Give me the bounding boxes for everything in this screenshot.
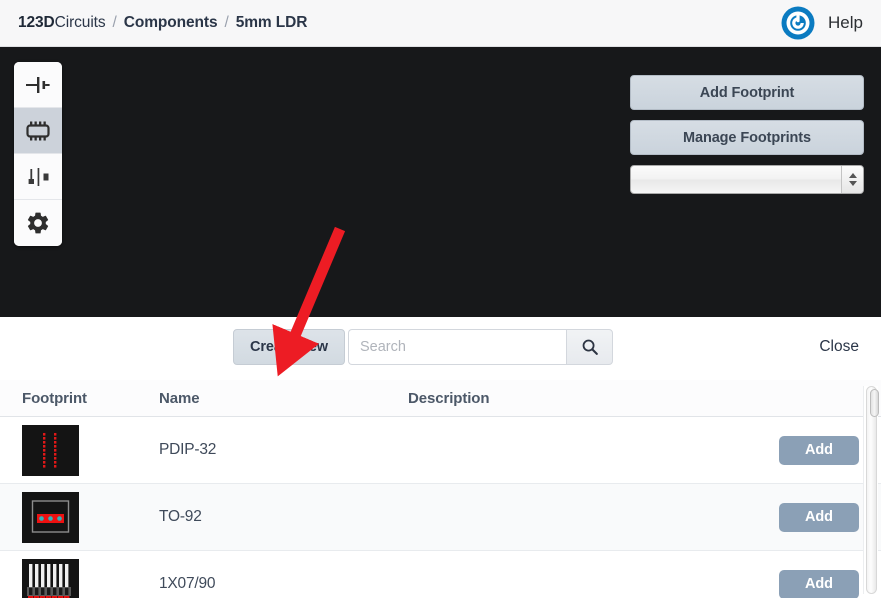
pdip-32-pads-icon — [22, 424, 79, 476]
1x07-90-footprint-thumbnail — [22, 558, 79, 598]
tool-schematic-symbol[interactable] — [14, 62, 62, 108]
table-row[interactable]: TO-92 Add — [0, 484, 881, 551]
add-footprint-row-button[interactable]: Add — [779, 569, 859, 598]
search-button[interactable] — [566, 329, 613, 365]
create-new-button[interactable]: Create New — [233, 329, 345, 365]
search-group — [348, 329, 613, 365]
cell-footprint — [22, 491, 159, 543]
tool-palette — [14, 62, 62, 246]
footprint-toolbar: Create New Close — [0, 317, 881, 379]
to-92-pads-icon — [22, 491, 79, 543]
footprints-table: Footprint Name Description PDIP-32 Add T… — [0, 380, 881, 598]
footprint-actions-group: Add Footprint Manage Footprints — [630, 75, 864, 194]
scrollbar-track[interactable] — [866, 386, 879, 594]
add-footprint-row-button[interactable]: Add — [779, 435, 859, 465]
table-body: PDIP-32 Add TO-92 Add 1X07/90 Add — [0, 417, 881, 598]
pin-placement-icon — [28, 167, 49, 186]
tool-pin-placement[interactable] — [14, 154, 62, 200]
cell-footprint — [22, 558, 159, 598]
breadcrumb-separator-2: / — [224, 14, 229, 31]
cell-name: PDIP-32 — [159, 441, 217, 458]
footprint-select-arrows[interactable] — [841, 166, 863, 193]
breadcrumb-item-components[interactable]: Components — [124, 14, 218, 32]
cell-footprint — [22, 424, 159, 476]
breadcrumb-brand-bold: 123D — [18, 14, 55, 31]
column-header-footprint: Footprint — [22, 389, 87, 407]
chevron-down-icon — [848, 181, 857, 186]
tool-ic-package[interactable] — [14, 108, 62, 154]
column-header-name: Name — [159, 389, 200, 407]
footprint-select-dropdown[interactable] — [630, 165, 864, 194]
chevron-up-icon — [848, 173, 857, 178]
ic-chip-icon — [26, 121, 50, 140]
breadcrumb-item-brand[interactable]: 123DCircuits — [18, 14, 106, 32]
schematic-symbol-icon — [26, 76, 50, 93]
close-button[interactable]: Close — [819, 338, 859, 356]
breadcrumb: 123DCircuits / Components / 5mm LDR — [18, 14, 307, 32]
to-92-footprint-thumbnail — [22, 491, 79, 543]
editor-canvas[interactable]: Add Footprint Manage Footprints — [0, 47, 881, 317]
app-root: 123DCircuits / Components / 5mm LDR Help — [0, 0, 881, 598]
footprint-select-value — [631, 166, 841, 193]
table-header-row: Footprint Name Description — [0, 380, 881, 417]
table-row[interactable]: 1X07/90 Add — [0, 551, 881, 598]
breadcrumb-brand-light: Circuits — [54, 14, 106, 31]
pdip-32-footprint-thumbnail — [22, 424, 79, 476]
add-footprint-button[interactable]: Add Footprint — [630, 75, 864, 110]
breadcrumb-separator-1: / — [112, 14, 117, 31]
scrollbar-thumb[interactable] — [870, 389, 879, 417]
manage-footprints-button[interactable]: Manage Footprints — [630, 120, 864, 155]
breadcrumb-item-current: 5mm LDR — [235, 14, 308, 31]
tool-settings[interactable] — [14, 200, 62, 246]
gear-icon — [27, 212, 49, 234]
cell-name: 1X07/90 — [159, 575, 216, 592]
add-footprint-row-button[interactable]: Add — [779, 502, 859, 532]
column-header-description: Description — [408, 389, 490, 407]
search-input[interactable] — [348, 329, 566, 365]
1x07-90-pads-icon — [22, 558, 79, 598]
header-right-group: Help — [781, 6, 863, 40]
magnifier-icon — [582, 339, 598, 355]
table-vertical-scrollbar[interactable] — [863, 386, 879, 594]
help-link[interactable]: Help — [828, 13, 863, 33]
top-header-bar: 123DCircuits / Components / 5mm LDR Help — [0, 0, 881, 47]
cell-name: TO-92 — [159, 508, 202, 525]
table-row[interactable]: PDIP-32 Add — [0, 417, 881, 484]
autodesk-circuits-logo-icon[interactable] — [781, 6, 815, 40]
